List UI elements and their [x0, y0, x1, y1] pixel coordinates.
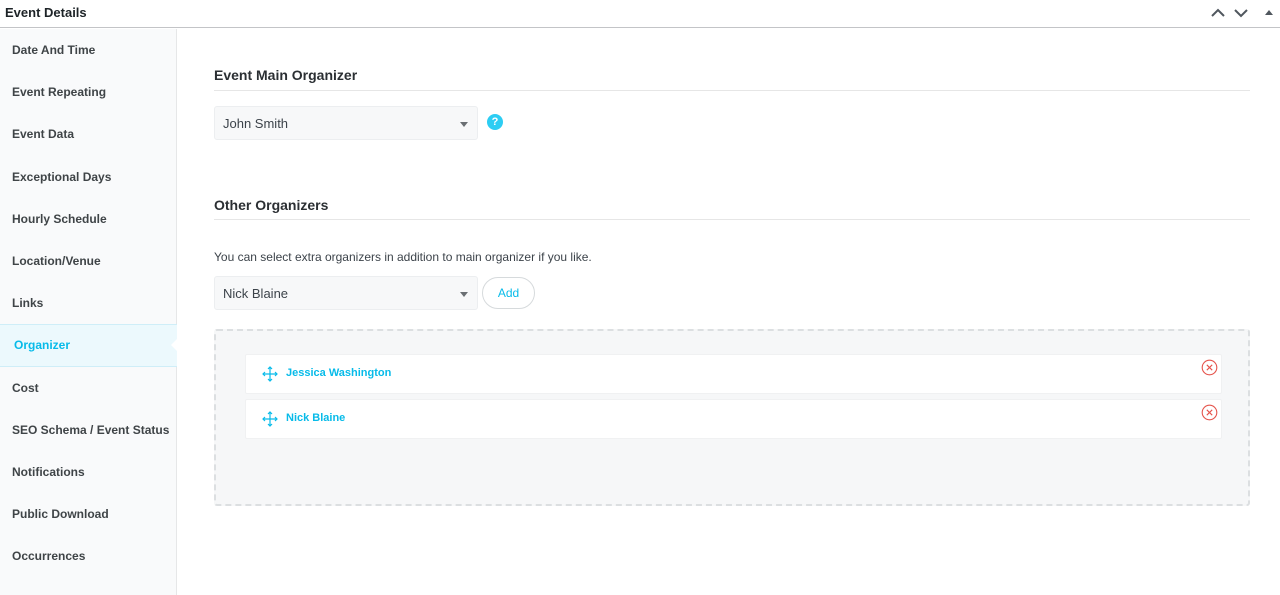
- sidebar-item-public-download[interactable]: Public Download: [0, 493, 176, 535]
- triangle-up-icon[interactable]: [1258, 2, 1280, 24]
- add-organizer-button[interactable]: Add: [482, 277, 535, 309]
- sidebar-item-hourly-schedule[interactable]: Hourly Schedule: [0, 198, 176, 240]
- sidebar-item-links[interactable]: Links: [0, 282, 176, 324]
- sidebar-item-label: SEO Schema / Event Status: [12, 422, 170, 437]
- sidebar-item-label: Event Data: [12, 127, 75, 142]
- caret-down-icon: [460, 122, 468, 127]
- sidebar-item-label: Notifications: [12, 464, 85, 479]
- sidebar-item-organizer[interactable]: Organizer: [0, 324, 178, 367]
- remove-icon[interactable]: [1201, 404, 1218, 421]
- organizer-name: Nick Blaine: [286, 412, 346, 424]
- organizers-list: Jessica Washington Nick Blaine: [214, 329, 1250, 506]
- sidebar-item-label: Occurrences: [12, 549, 86, 564]
- sidebar-item-label: Exceptional Days: [12, 169, 112, 184]
- other-organizers-description: You can select extra organizers in addit…: [214, 250, 592, 264]
- sidebar-item-occurrences[interactable]: Occurrences: [0, 535, 176, 577]
- section-divider: [214, 90, 1250, 91]
- sidebar-item-cost[interactable]: Cost: [0, 367, 176, 409]
- other-organizer-select[interactable]: Nick Blaine: [214, 276, 478, 310]
- sidebar-item-label: Date And Time: [12, 43, 96, 58]
- sidebar-item-seo-schema[interactable]: SEO Schema / Event Status: [0, 409, 176, 451]
- sidebar-item-label: Organizer: [14, 338, 71, 353]
- sidebar-item-exceptional-days[interactable]: Exceptional Days: [0, 156, 176, 198]
- sidebar-item-label: Location/Venue: [12, 254, 101, 269]
- sidebar-item-date-and-time[interactable]: Date And Time: [0, 29, 176, 71]
- panel-title: Event Details: [5, 5, 87, 20]
- help-icon-glyph: ?: [491, 116, 499, 128]
- panel-header: Event Details: [0, 0, 1280, 28]
- remove-icon[interactable]: [1201, 359, 1218, 376]
- chevron-down-icon[interactable]: [1230, 2, 1252, 24]
- other-organizer-value: Nick Blaine: [223, 285, 289, 301]
- move-icon[interactable]: [262, 366, 278, 382]
- sidebar-item-event-repeating[interactable]: Event Repeating: [0, 71, 176, 113]
- organizer-name: Jessica Washington: [286, 367, 392, 379]
- sidebar-item-label: Hourly Schedule: [12, 211, 107, 226]
- list-item[interactable]: Nick Blaine: [245, 399, 1222, 439]
- sidebar-item-label: Public Download: [12, 507, 109, 522]
- chevron-up-icon[interactable]: [1207, 2, 1229, 24]
- sidebar-item-label: Links: [12, 296, 44, 311]
- section-divider: [214, 219, 1250, 220]
- sidebar-item-event-data[interactable]: Event Data: [0, 113, 176, 155]
- other-organizers-title: Other Organizers: [214, 197, 329, 213]
- help-icon[interactable]: ?: [487, 114, 503, 130]
- sidebar-item-notifications[interactable]: Notifications: [0, 451, 176, 493]
- main-organizer-select[interactable]: John Smith: [214, 106, 478, 140]
- main-organizer-value: John Smith: [223, 115, 289, 131]
- move-icon[interactable]: [262, 411, 278, 427]
- sidebar-item-label: Event Repeating: [12, 85, 107, 100]
- sidebar-item-label: Cost: [12, 380, 39, 395]
- sidebar-item-location-venue[interactable]: Location/Venue: [0, 240, 176, 282]
- sidebar: Date And Time Event Repeating Event Data…: [0, 29, 178, 595]
- list-item[interactable]: Jessica Washington: [245, 354, 1222, 394]
- main-organizer-title: Event Main Organizer: [214, 67, 358, 83]
- caret-down-icon: [460, 292, 468, 297]
